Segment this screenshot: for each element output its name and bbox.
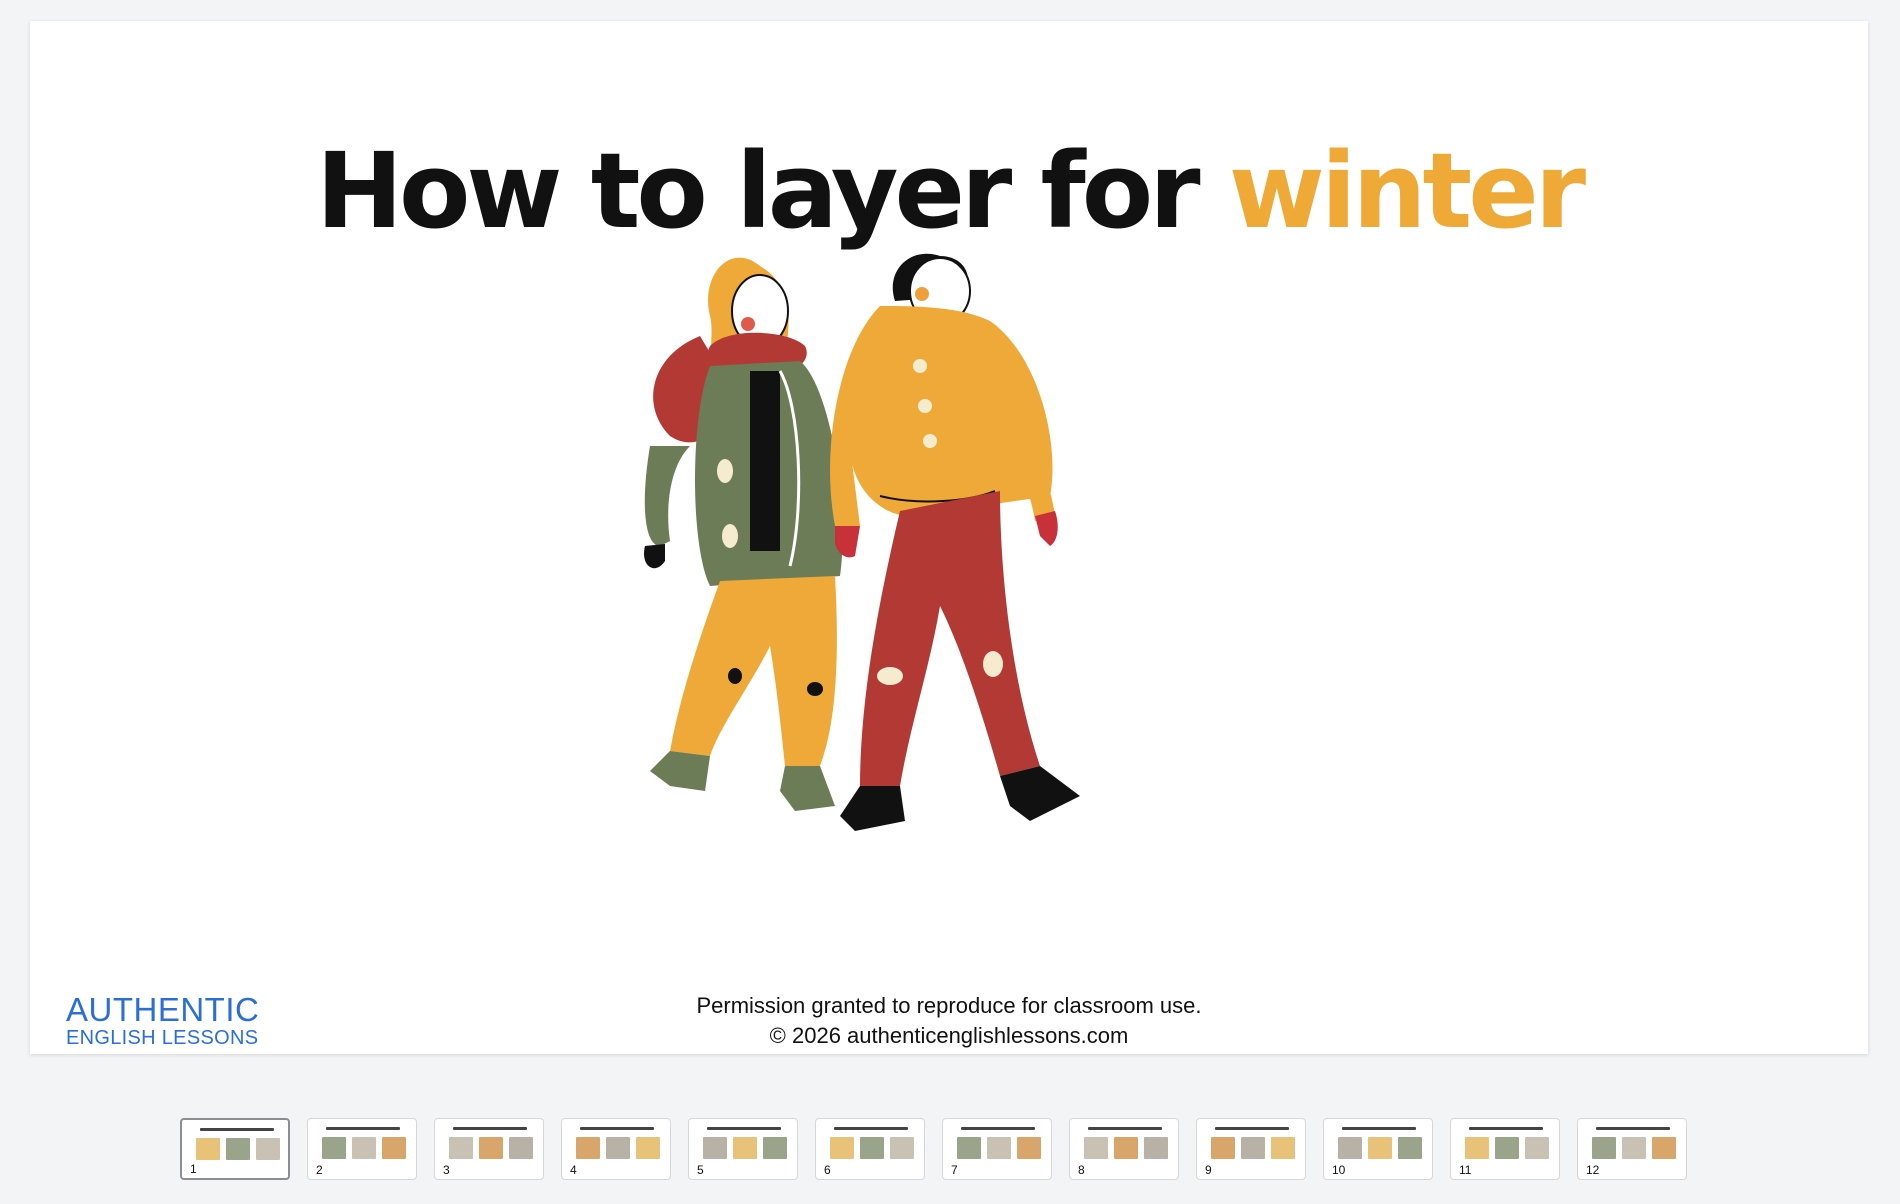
thumbnail-content-block [1622, 1137, 1646, 1159]
thumbnail-content-block [763, 1137, 787, 1159]
permission-line-2: © 2026 authenticenglishlessons.com [769, 1023, 1129, 1048]
thumbnail-content-block [1525, 1137, 1549, 1159]
thumbnail-number: 12 [1584, 1163, 1602, 1177]
slide-title: How to layer for winter [30, 139, 1868, 243]
slide-thumbnail-12[interactable]: 12 [1577, 1118, 1687, 1180]
woman-figure [644, 257, 843, 811]
thumbnail-content-block [1114, 1137, 1138, 1159]
thumbnail-content-block [256, 1138, 280, 1160]
thumbnail-title-bar [1596, 1127, 1670, 1130]
thumbnail-title-bar [326, 1127, 400, 1130]
thumbnail-content-block [1017, 1137, 1041, 1159]
thumbnail-number: 7 [949, 1163, 960, 1177]
slide-thumbnail-4[interactable]: 4 [561, 1118, 671, 1180]
thumbnail-content-block [1338, 1137, 1362, 1159]
slide-thumbnail-3[interactable]: 3 [434, 1118, 544, 1180]
thumbnail-content-block [449, 1137, 473, 1159]
slide-thumbnail-11[interactable]: 11 [1450, 1118, 1560, 1180]
thumbnail-content-block [1592, 1137, 1616, 1159]
slide-thumbnail-1[interactable]: 1 [180, 1118, 290, 1180]
permission-line-1: Permission granted to reproduce for clas… [696, 993, 1202, 1018]
thumbnail-content-block [890, 1137, 914, 1159]
thumbnail-content-block [322, 1137, 346, 1159]
slide-thumbnail-8[interactable]: 8 [1069, 1118, 1179, 1180]
thumbnail-content-block [636, 1137, 660, 1159]
thumbnail-content-block [382, 1137, 406, 1159]
thumbnail-number: 5 [695, 1163, 706, 1177]
title-main: How to layer for [315, 130, 1229, 252]
title-accent: winter [1228, 130, 1586, 252]
thumbnail-content-block [733, 1137, 757, 1159]
thumbnail-content-block [1368, 1137, 1392, 1159]
thumbnail-content-block [1084, 1137, 1108, 1159]
thumbnail-content-block [1271, 1137, 1295, 1159]
thumbnail-content-block [576, 1137, 600, 1159]
thumbnail-number: 11 [1457, 1163, 1474, 1177]
thumbnail-content-block [860, 1137, 884, 1159]
thumbnail-content-block [1465, 1137, 1489, 1159]
thumbnail-title-bar [1469, 1127, 1543, 1130]
thumbnail-number: 3 [441, 1163, 452, 1177]
permission-notice: Permission granted to reproduce for clas… [30, 991, 1868, 1051]
thumbnail-number: 10 [1330, 1163, 1348, 1177]
thumbnail-content-block [703, 1137, 727, 1159]
thumbnail-number: 9 [1203, 1163, 1214, 1177]
thumbnail-content-block [226, 1138, 250, 1160]
thumbnail-title-bar [707, 1127, 781, 1130]
thumbnail-content-block [987, 1137, 1011, 1159]
thumbnail-number: 6 [822, 1163, 833, 1177]
thumbnail-content-block [196, 1138, 220, 1160]
thumbnail-content-block [606, 1137, 630, 1159]
slide-thumbnail-7[interactable]: 7 [942, 1118, 1052, 1180]
thumbnail-content-block [830, 1137, 854, 1159]
thumbnail-number: 2 [314, 1163, 325, 1177]
winter-couple-illustration [644, 253, 1080, 831]
thumbnail-number: 4 [568, 1163, 579, 1177]
thumbnail-number: 8 [1076, 1163, 1087, 1177]
slide-thumbnail-6[interactable]: 6 [815, 1118, 925, 1180]
thumbnail-title-bar [1215, 1127, 1289, 1130]
thumbnail-content-block [1241, 1137, 1265, 1159]
man-figure [830, 253, 1080, 831]
slide-thumbnail-10[interactable]: 10 [1323, 1118, 1433, 1180]
thumbnail-number: 1 [188, 1162, 199, 1176]
thumbnail-content-block [957, 1137, 981, 1159]
thumbnail-content-block [352, 1137, 376, 1159]
thumbnail-content-block [1144, 1137, 1168, 1159]
thumbnail-title-bar [1342, 1127, 1416, 1130]
thumbnail-content-block [1211, 1137, 1235, 1159]
thumbnail-title-bar [1088, 1127, 1162, 1130]
thumbnail-title-bar [580, 1127, 654, 1130]
slide-filmstrip: 1 2 3 4 5 6 7 8 9 10 11 12 [180, 1118, 1687, 1184]
thumbnail-title-bar [200, 1128, 274, 1131]
thumbnail-content-block [1398, 1137, 1422, 1159]
slide-thumbnail-2[interactable]: 2 [307, 1118, 417, 1180]
thumbnail-content-block [1652, 1137, 1676, 1159]
thumbnail-content-block [509, 1137, 533, 1159]
thumbnail-title-bar [961, 1127, 1035, 1130]
thumbnail-title-bar [834, 1127, 908, 1130]
slide-thumbnail-5[interactable]: 5 [688, 1118, 798, 1180]
thumbnail-title-bar [453, 1127, 527, 1130]
slide-canvas[interactable]: How to layer for winter AUTHENTIC ENGLIS… [30, 21, 1868, 1054]
thumbnail-content-block [479, 1137, 503, 1159]
slide-thumbnail-9[interactable]: 9 [1196, 1118, 1306, 1180]
thumbnail-content-block [1495, 1137, 1519, 1159]
